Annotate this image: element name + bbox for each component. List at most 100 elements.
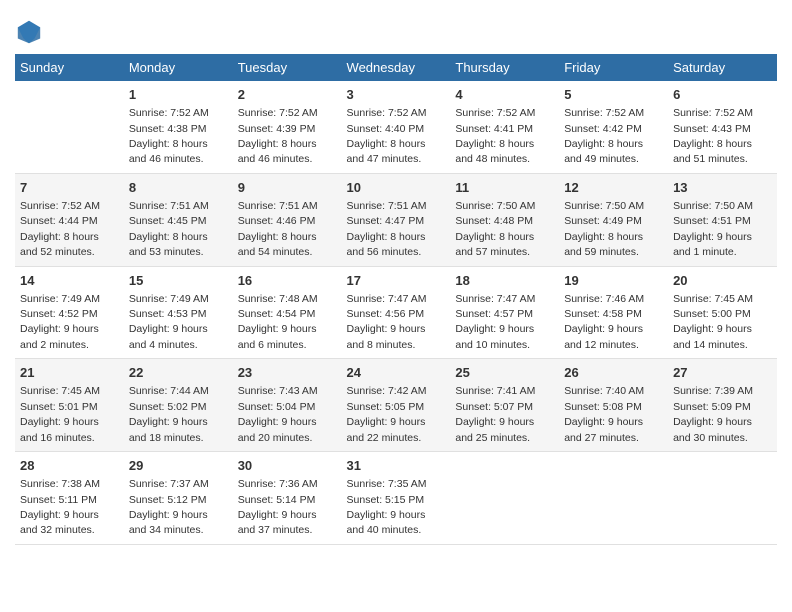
- day-number: 15: [129, 272, 228, 290]
- calendar-cell: 18 Sunrise: 7:47 AM Sunset: 4:57 PM Dayli…: [450, 266, 559, 359]
- day-number: 25: [455, 364, 554, 382]
- day-info: Sunrise: 7:52 AM Sunset: 4:38 PM Dayligh…: [129, 107, 209, 165]
- day-number: 6: [673, 86, 772, 104]
- day-number: 30: [238, 457, 337, 475]
- calendar-cell: 28 Sunrise: 7:38 AM Sunset: 5:11 PM Dayli…: [15, 452, 124, 545]
- calendar-cell: 27Sunrise: 7:39 AM Sunset: 5:09 PM Dayli…: [668, 359, 777, 452]
- calendar-cell: 1 Sunrise: 7:52 AM Sunset: 4:38 PM Daylig…: [124, 81, 233, 173]
- day-number: 2: [238, 86, 337, 104]
- calendar-cell: 22Sunrise: 7:44 AM Sunset: 5:02 PM Dayli…: [124, 359, 233, 452]
- day-number: 20: [673, 272, 772, 290]
- day-info: Sunrise: 7:40 AM Sunset: 5:08 PM Dayligh…: [564, 385, 644, 443]
- calendar-cell: [668, 452, 777, 545]
- day-number: 31: [347, 457, 446, 475]
- calendar-cell: 26 Sunrise: 7:40 AM Sunset: 5:08 PM Dayli…: [559, 359, 668, 452]
- calendar-cell: [450, 452, 559, 545]
- day-info: Sunrise: 7:38 AM Sunset: 5:11 PM Dayligh…: [20, 478, 100, 536]
- calendar-cell: 19 Sunrise: 7:46 AM Sunset: 4:58 PM Dayli…: [559, 266, 668, 359]
- weekday-header-row: SundayMondayTuesdayWednesdayThursdayFrid…: [15, 54, 777, 81]
- day-number: 22: [129, 364, 228, 382]
- calendar-cell: 2 Sunrise: 7:52 AM Sunset: 4:39 PM Daylig…: [233, 81, 342, 173]
- weekday-header-sunday: Sunday: [15, 54, 124, 81]
- day-info: Sunrise: 7:52 AM Sunset: 4:42 PM Dayligh…: [564, 107, 644, 165]
- calendar-cell: 16Sunrise: 7:48 AM Sunset: 4:54 PM Dayli…: [233, 266, 342, 359]
- weekday-header-tuesday: Tuesday: [233, 54, 342, 81]
- week-row-4: 21 Sunrise: 7:45 AM Sunset: 5:01 PM Dayli…: [15, 359, 777, 452]
- day-info: Sunrise: 7:51 AM Sunset: 4:45 PM Dayligh…: [129, 200, 209, 258]
- weekday-header-wednesday: Wednesday: [342, 54, 451, 81]
- day-info: Sunrise: 7:43 AM Sunset: 5:04 PM Dayligh…: [238, 385, 318, 443]
- day-number: 21: [20, 364, 119, 382]
- day-info: Sunrise: 7:41 AM Sunset: 5:07 PM Dayligh…: [455, 385, 535, 443]
- calendar-cell: 15 Sunrise: 7:49 AM Sunset: 4:53 PM Dayli…: [124, 266, 233, 359]
- day-number: 24: [347, 364, 446, 382]
- calendar-cell: 23Sunrise: 7:43 AM Sunset: 5:04 PM Dayli…: [233, 359, 342, 452]
- day-info: Sunrise: 7:35 AM Sunset: 5:15 PM Dayligh…: [347, 478, 427, 536]
- calendar-cell: 24 Sunrise: 7:42 AM Sunset: 5:05 PM Dayli…: [342, 359, 451, 452]
- weekday-header-thursday: Thursday: [450, 54, 559, 81]
- calendar-cell: 3 Sunrise: 7:52 AM Sunset: 4:40 PM Daylig…: [342, 81, 451, 173]
- day-number: 9: [238, 179, 337, 197]
- day-number: 5: [564, 86, 663, 104]
- calendar-cell: 4 Sunrise: 7:52 AM Sunset: 4:41 PM Daylig…: [450, 81, 559, 173]
- day-info: Sunrise: 7:42 AM Sunset: 5:05 PM Dayligh…: [347, 385, 427, 443]
- calendar-cell: 5 Sunrise: 7:52 AM Sunset: 4:42 PM Daylig…: [559, 81, 668, 173]
- day-number: 13: [673, 179, 772, 197]
- calendar-cell: 30Sunrise: 7:36 AM Sunset: 5:14 PM Dayli…: [233, 452, 342, 545]
- calendar-cell: 21 Sunrise: 7:45 AM Sunset: 5:01 PM Dayli…: [15, 359, 124, 452]
- day-info: Sunrise: 7:49 AM Sunset: 4:53 PM Dayligh…: [129, 293, 209, 351]
- day-number: 28: [20, 457, 119, 475]
- day-number: 19: [564, 272, 663, 290]
- day-info: Sunrise: 7:52 AM Sunset: 4:39 PM Dayligh…: [238, 107, 318, 165]
- day-info: Sunrise: 7:50 AM Sunset: 4:49 PM Dayligh…: [564, 200, 644, 258]
- day-info: Sunrise: 7:46 AM Sunset: 4:58 PM Dayligh…: [564, 293, 644, 351]
- day-info: Sunrise: 7:45 AM Sunset: 5:01 PM Dayligh…: [20, 385, 100, 443]
- day-number: 14: [20, 272, 119, 290]
- day-info: Sunrise: 7:48 AM Sunset: 4:54 PM Dayligh…: [238, 293, 318, 351]
- day-number: 3: [347, 86, 446, 104]
- day-number: 11: [455, 179, 554, 197]
- header: [15, 10, 777, 46]
- day-number: 7: [20, 179, 119, 197]
- calendar-table: SundayMondayTuesdayWednesdayThursdayFrid…: [15, 54, 777, 545]
- week-row-5: 28 Sunrise: 7:38 AM Sunset: 5:11 PM Dayli…: [15, 452, 777, 545]
- week-row-2: 7 Sunrise: 7:52 AM Sunset: 4:44 PM Daylig…: [15, 173, 777, 266]
- day-number: 1: [129, 86, 228, 104]
- calendar-cell: [15, 81, 124, 173]
- week-row-3: 14 Sunrise: 7:49 AM Sunset: 4:52 PM Dayli…: [15, 266, 777, 359]
- calendar-cell: 31 Sunrise: 7:35 AM Sunset: 5:15 PM Dayli…: [342, 452, 451, 545]
- calendar-cell: 10 Sunrise: 7:51 AM Sunset: 4:47 PM Dayli…: [342, 173, 451, 266]
- day-number: 26: [564, 364, 663, 382]
- calendar-cell: 8 Sunrise: 7:51 AM Sunset: 4:45 PM Daylig…: [124, 173, 233, 266]
- day-info: Sunrise: 7:45 AM Sunset: 5:00 PM Dayligh…: [673, 293, 753, 351]
- weekday-header-saturday: Saturday: [668, 54, 777, 81]
- day-number: 8: [129, 179, 228, 197]
- calendar-cell: 6 Sunrise: 7:52 AM Sunset: 4:43 PM Daylig…: [668, 81, 777, 173]
- day-number: 18: [455, 272, 554, 290]
- day-info: Sunrise: 7:52 AM Sunset: 4:44 PM Dayligh…: [20, 200, 100, 258]
- day-info: Sunrise: 7:51 AM Sunset: 4:47 PM Dayligh…: [347, 200, 427, 258]
- day-info: Sunrise: 7:52 AM Sunset: 4:40 PM Dayligh…: [347, 107, 427, 165]
- day-info: Sunrise: 7:52 AM Sunset: 4:43 PM Dayligh…: [673, 107, 753, 165]
- weekday-header-monday: Monday: [124, 54, 233, 81]
- calendar-cell: 9 Sunrise: 7:51 AM Sunset: 4:46 PM Daylig…: [233, 173, 342, 266]
- day-number: 10: [347, 179, 446, 197]
- day-info: Sunrise: 7:52 AM Sunset: 4:41 PM Dayligh…: [455, 107, 535, 165]
- day-info: Sunrise: 7:37 AM Sunset: 5:12 PM Dayligh…: [129, 478, 209, 536]
- day-info: Sunrise: 7:47 AM Sunset: 4:56 PM Dayligh…: [347, 293, 427, 351]
- calendar-cell: 25 Sunrise: 7:41 AM Sunset: 5:07 PM Dayli…: [450, 359, 559, 452]
- calendar-cell: 11Sunrise: 7:50 AM Sunset: 4:48 PM Dayli…: [450, 173, 559, 266]
- day-number: 27: [673, 364, 772, 382]
- calendar-cell: 14 Sunrise: 7:49 AM Sunset: 4:52 PM Dayli…: [15, 266, 124, 359]
- day-number: 4: [455, 86, 554, 104]
- calendar-cell: 17Sunrise: 7:47 AM Sunset: 4:56 PM Dayli…: [342, 266, 451, 359]
- day-info: Sunrise: 7:50 AM Sunset: 4:51 PM Dayligh…: [673, 200, 753, 258]
- calendar-cell: 13 Sunrise: 7:50 AM Sunset: 4:51 PM Dayli…: [668, 173, 777, 266]
- day-info: Sunrise: 7:51 AM Sunset: 4:46 PM Dayligh…: [238, 200, 318, 258]
- logo-icon: [15, 18, 43, 46]
- weekday-header-friday: Friday: [559, 54, 668, 81]
- day-info: Sunrise: 7:47 AM Sunset: 4:57 PM Dayligh…: [455, 293, 535, 351]
- calendar-cell: 20 Sunrise: 7:45 AM Sunset: 5:00 PM Dayli…: [668, 266, 777, 359]
- day-info: Sunrise: 7:49 AM Sunset: 4:52 PM Dayligh…: [20, 293, 100, 351]
- day-number: 12: [564, 179, 663, 197]
